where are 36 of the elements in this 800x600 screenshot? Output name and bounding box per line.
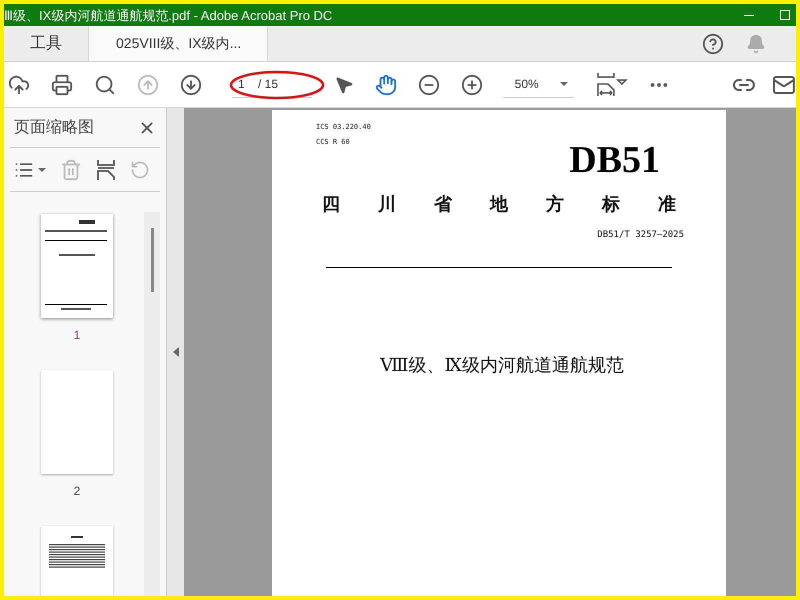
zoom-in-icon[interactable]: [460, 74, 483, 96]
tab[interactable]: 025VIII级、IX级内...: [88, 26, 268, 61]
upload-icon[interactable]: [8, 74, 30, 96]
zoom-select[interactable]: 50%: [502, 72, 574, 98]
minimize-icon[interactable]: [744, 14, 754, 16]
page-number: 2: [74, 483, 80, 500]
insert-page-icon[interactable]: [96, 158, 116, 180]
standard-code: DB51: [569, 141, 660, 179]
search-icon[interactable]: [94, 74, 116, 96]
page-count: / 15: [258, 76, 278, 93]
page-field[interactable]: 1: [232, 75, 252, 93]
zoom-out-icon[interactable]: [418, 74, 440, 96]
page-number: 1: [74, 327, 80, 344]
fit-page-icon[interactable]: [596, 72, 628, 98]
standard-number: DB51/T 3257—2025: [597, 229, 684, 242]
page-thumbnail[interactable]: [41, 370, 113, 474]
sidebar-title: 页面缩略图: [14, 118, 94, 138]
heading-character: 标: [602, 195, 620, 213]
heading-character: 川: [378, 195, 396, 213]
heading-character: 准: [658, 195, 676, 213]
heading-character: 方: [546, 195, 564, 213]
print-icon[interactable]: [51, 74, 73, 96]
heading-character: 地: [490, 195, 508, 213]
window-title: Ⅲ级、IX级内河航道通航规范.pdf - Adobe Acrobat Pro DC: [4, 8, 332, 22]
caret-icon: [38, 168, 46, 172]
heading-character: 四: [322, 195, 340, 213]
caret-icon: [560, 82, 568, 86]
pointer-icon[interactable]: [334, 74, 354, 94]
document-title: Ⅷ级、Ⅸ级内河航道通航规范: [380, 354, 624, 378]
help-icon[interactable]: [702, 32, 724, 54]
heading-character: 省: [434, 195, 452, 213]
hand-icon[interactable]: [374, 74, 397, 96]
arrow-down-icon[interactable]: [180, 74, 202, 96]
scrollbar[interactable]: [144, 212, 160, 596]
page-thumbnail[interactable]: [41, 214, 113, 318]
maximize-icon[interactable]: [780, 10, 790, 20]
